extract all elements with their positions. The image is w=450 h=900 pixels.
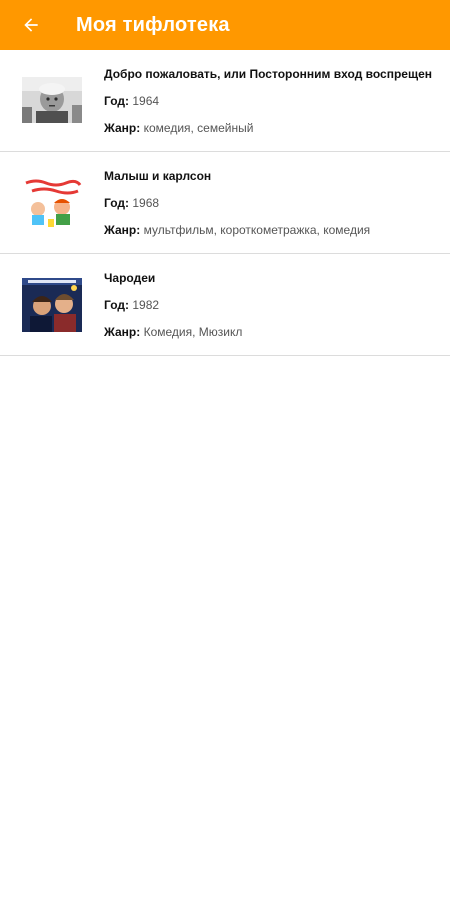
film-year: 1982	[132, 298, 160, 312]
film-info: Чародеи Год: 1982 Жанр: Комедия, Мюзикл	[104, 270, 440, 340]
film-year-label: Год:	[104, 196, 129, 210]
film-poster-image	[22, 278, 82, 332]
film-genre-row: Жанр: Комедия, Мюзикл	[104, 324, 440, 340]
app-bar: Моя тифлотека	[0, 0, 450, 50]
page-title: Моя тифлотека	[76, 13, 230, 36]
film-title: Добро пожаловать, или Посторонним вход в…	[104, 67, 433, 81]
film-genre-row: Жанр: комедия, семейный	[104, 120, 440, 136]
film-genre: мультфильм, короткометражка, комедия	[143, 223, 371, 237]
film-genre: Комедия, Мюзикл	[143, 325, 243, 339]
film-title: Малыш и карлсон	[104, 169, 212, 183]
list-item-film[interactable]: Добро пожаловать, или Посторонним вход в…	[0, 50, 450, 152]
film-genre-row: Жанр: мультфильм, короткометражка, комед…	[104, 222, 440, 238]
film-year: 1968	[132, 196, 160, 210]
film-title: Чародеи	[104, 271, 156, 285]
film-genre-label: Жанр:	[104, 223, 141, 237]
list-item-film[interactable]: Малыш и карлсон Год: 1968 Жанр: мультфил…	[0, 152, 450, 254]
arrow-back-icon	[24, 18, 38, 32]
film-year-row: Год: 1964	[104, 93, 440, 109]
back-button[interactable]	[16, 10, 46, 40]
film-year-label: Год:	[104, 298, 129, 312]
film-genre-label: Жанр:	[104, 121, 141, 135]
film-info: Малыш и карлсон Год: 1968 Жанр: мультфил…	[104, 168, 440, 238]
film-info: Добро пожаловать, или Посторонним вход в…	[104, 66, 440, 136]
film-poster-image	[22, 77, 82, 123]
film-year-label: Год:	[104, 94, 129, 108]
film-year: 1964	[132, 94, 160, 108]
film-genre-label: Жанр:	[104, 325, 141, 339]
film-year-row: Год: 1982	[104, 297, 440, 313]
film-genre: комедия, семейный	[143, 121, 254, 135]
list-item-film[interactable]: Чародеи Год: 1982 Жанр: Комедия, Мюзикл	[0, 254, 450, 356]
film-poster-image	[22, 177, 82, 227]
film-year-row: Год: 1968	[104, 195, 440, 211]
app-screen: Моя тифлотека Добро пожаловать, или Пост…	[0, 0, 450, 900]
film-list: Добро пожаловать, или Посторонним вход в…	[0, 50, 450, 356]
